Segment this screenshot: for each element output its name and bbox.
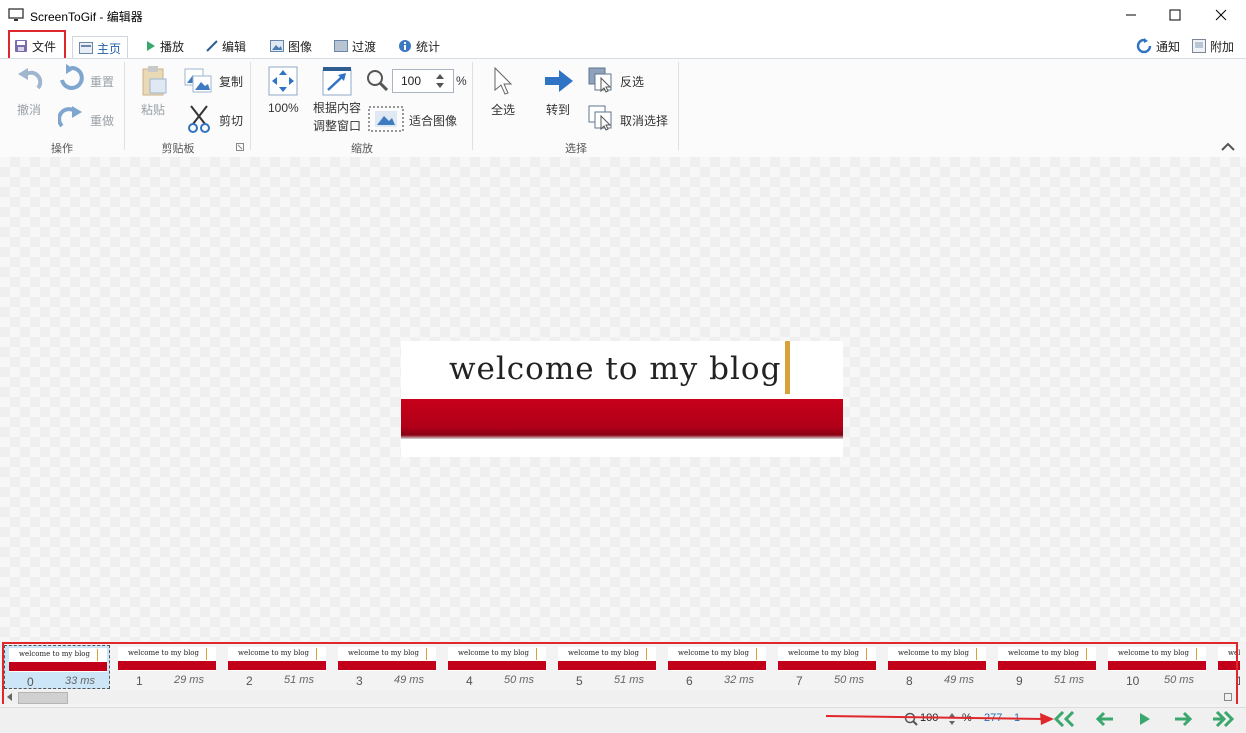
previous-frame-button[interactable] (1092, 710, 1118, 728)
invert-selection-icon[interactable] (588, 67, 614, 93)
scroll-left-icon[interactable] (6, 693, 14, 701)
notifications-button[interactable]: 通知 (1136, 36, 1180, 56)
arrow-right-icon (1175, 711, 1193, 727)
group-divider (250, 62, 251, 150)
group-divider (472, 62, 473, 150)
notifications-label: 通知 (1156, 39, 1181, 54)
extras-label: 附加 (1210, 39, 1235, 54)
fit-window-icon[interactable] (322, 66, 352, 96)
tab-playback-label: 播放 (160, 39, 185, 54)
tab-image-label: 图像 (288, 39, 313, 54)
maximize-icon (1169, 9, 1181, 21)
refresh-icon (1136, 38, 1152, 54)
redo-label[interactable]: 重做 (90, 112, 114, 129)
tab-home-label: 主页 (97, 41, 122, 56)
cursor-select-all-icon[interactable] (492, 66, 514, 96)
cut-label[interactable]: 剪切 (219, 112, 243, 129)
collapse-ribbon-icon[interactable] (1220, 142, 1236, 152)
scissors-icon[interactable] (186, 104, 212, 134)
next-frame-button[interactable] (1170, 710, 1196, 728)
deselect-label[interactable]: 取消选择 (620, 112, 668, 129)
title-bar (0, 0, 1246, 30)
tab-playback[interactable]: 播放 (146, 36, 184, 56)
paste-icon[interactable] (140, 65, 168, 97)
reset-icon[interactable] (58, 64, 84, 92)
last-frame-button[interactable] (1210, 710, 1236, 728)
copy-label[interactable]: 复制 (219, 73, 243, 90)
horizontal-scrollbar[interactable] (4, 690, 1236, 704)
double-arrow-left-icon (1053, 711, 1075, 727)
tab-transitions-label: 过渡 (352, 39, 377, 54)
clipboard-group-label: 剪贴板 (161, 143, 195, 155)
select-all-label: 全选 (491, 103, 516, 117)
preview-red-banner (401, 399, 843, 439)
fit-content-label-2: 调整窗口 (313, 119, 362, 133)
app-icon (8, 8, 24, 21)
tab-edit[interactable]: 编辑 (206, 36, 246, 56)
tab-edit-label: 编辑 (222, 39, 247, 54)
redo-icon[interactable] (58, 104, 84, 130)
extras-button[interactable]: 附加 (1192, 36, 1234, 56)
double-arrow-right-icon (1213, 711, 1235, 727)
image-icon (270, 40, 284, 52)
play-button[interactable] (1132, 710, 1158, 728)
undo-label: 撤消 (17, 103, 42, 117)
info-icon (399, 40, 411, 52)
play-icon (147, 41, 155, 51)
reset-label[interactable]: 重置 (90, 73, 114, 90)
home-page-icon (79, 42, 93, 54)
go-to-arrow-icon[interactable] (544, 68, 574, 94)
copy-image-icon[interactable] (184, 67, 212, 93)
close-button[interactable] (1198, 0, 1244, 30)
pencil-icon (206, 40, 218, 52)
resize-grip-icon (1224, 693, 1232, 701)
dialog-launcher-icon[interactable] (236, 143, 244, 151)
zoom-group-label: 缩放 (351, 143, 373, 155)
magnifier-icon (367, 70, 388, 91)
minimize-icon (1126, 14, 1136, 16)
play-triangle-icon (1140, 713, 1150, 725)
preview-text: welcome to my blog (449, 351, 782, 387)
zoom-input[interactable]: 100 (392, 69, 454, 93)
minimize-button[interactable] (1108, 0, 1154, 30)
tab-statistics[interactable]: 统计 (398, 36, 440, 56)
arrow-left-icon (1095, 711, 1113, 727)
tab-home[interactable]: 主页 (72, 36, 129, 59)
actions-group-label: 操作 (51, 143, 73, 155)
invert-label[interactable]: 反选 (620, 73, 644, 90)
zoom-value: 100 (401, 74, 422, 88)
first-frame-button[interactable] (1052, 710, 1078, 728)
transition-icon (334, 40, 348, 52)
deselect-icon[interactable] (588, 105, 614, 131)
fit-image-label[interactable]: 适合图像 (409, 112, 457, 129)
zoom-percent: % (456, 74, 467, 88)
annotation-arrow (826, 713, 1054, 725)
extras-icon (1192, 39, 1206, 53)
fit-100-label: 100% (268, 101, 299, 115)
preview-text-cursor (785, 341, 790, 394)
tab-statistics-label: 统计 (416, 39, 441, 54)
close-icon (1215, 9, 1227, 21)
paste-label: 粘贴 (141, 103, 166, 117)
fit-content-label-1: 根据内容 (313, 101, 362, 115)
group-divider (678, 62, 679, 150)
scroll-thumb[interactable] (18, 692, 68, 704)
fit-100-icon[interactable] (268, 66, 298, 96)
fit-image-icon[interactable] (368, 106, 404, 132)
go-to-label: 转到 (546, 103, 571, 117)
group-divider (124, 62, 125, 150)
window-title: ScreenToGif - 编辑器 (30, 10, 143, 24)
maximize-button[interactable] (1152, 0, 1198, 30)
frame-preview: welcome to my blog (401, 341, 843, 457)
tab-transitions[interactable]: 过渡 (334, 36, 376, 56)
spinner-icon[interactable] (435, 72, 445, 90)
undo-icon[interactable] (16, 64, 46, 94)
select-group-label: 选择 (565, 143, 587, 155)
tab-bar (0, 32, 1246, 58)
tab-image[interactable]: 图像 (270, 36, 312, 56)
